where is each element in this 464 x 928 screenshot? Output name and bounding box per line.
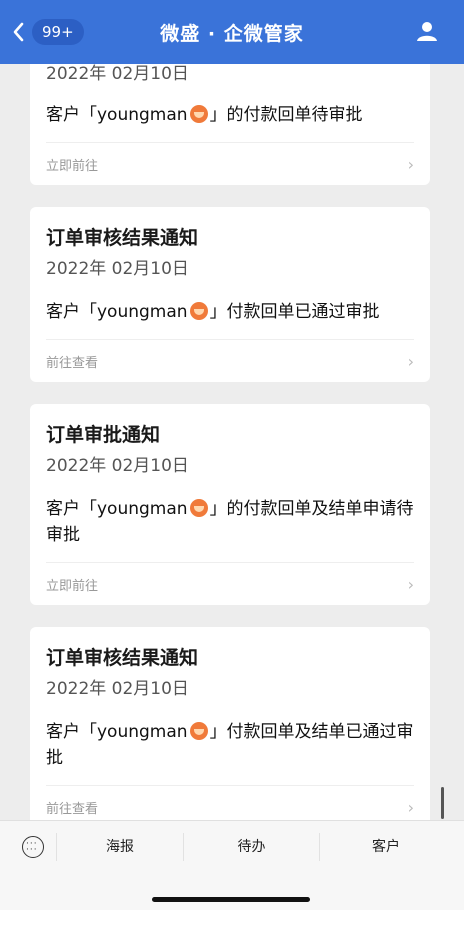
message-prefix: 客户「youngman: [46, 722, 188, 742]
face-emoji-icon: [189, 499, 208, 517]
notification-card: 订单审核结果通知 2022年 02月10日 客户「youngman 」付款回单及结…: [30, 627, 430, 828]
card-date: 2022年 02月10日: [46, 64, 189, 84]
user-icon: [417, 22, 437, 41]
card-message: 客户「youngman 」付款回单及结单已通过审批: [46, 719, 414, 785]
chevron-right-icon: ›: [407, 351, 414, 371]
message-prefix: 客户「youngman: [46, 499, 188, 519]
notification-card: 2022年 02月10日 客户「youngman 」的付款回单待审批 立即前往 ›: [30, 64, 430, 185]
message-suffix: 」付款回单已通过审批: [209, 302, 380, 322]
notification-card: 订单审核结果通知 2022年 02月10日 客户「youngman 」付款回单已通…: [30, 207, 430, 382]
unread-badge: 99+: [32, 19, 84, 45]
back-button[interactable]: 99+: [12, 19, 84, 45]
card-action-label: 立即前往: [46, 158, 99, 174]
notification-card: 订单审批通知 2022年 02月10日 客户「youngman 」的付款回单及结单…: [30, 404, 430, 605]
keyboard-icon[interactable]: ··· ···: [22, 836, 44, 858]
chevron-right-icon: ›: [407, 154, 414, 174]
card-action-link[interactable]: 前往查看 ›: [46, 339, 414, 382]
face-emoji-icon: [189, 722, 208, 740]
card-date: 2022年 02月10日: [46, 679, 189, 699]
scrollbar[interactable]: [441, 787, 444, 819]
card-action-link[interactable]: 立即前往 ›: [46, 142, 414, 185]
notification-feed[interactable]: 2022年 02月10日 客户「youngman 」的付款回单待审批 立即前往 ›…: [30, 64, 430, 850]
card-title: 订单审批通知: [46, 424, 161, 446]
menu-item-customer[interactable]: 客户: [320, 833, 452, 861]
chevron-right-icon: ›: [407, 797, 414, 817]
card-action-link[interactable]: 立即前往 ›: [46, 562, 414, 605]
face-emoji-icon: [189, 105, 208, 123]
menu-item-todo[interactable]: 待办: [184, 833, 319, 861]
chevron-left-icon: [13, 22, 24, 42]
card-date: 2022年 02月10日: [46, 259, 189, 279]
message-prefix: 客户「youngman: [46, 302, 188, 322]
menu-item-poster[interactable]: 海报: [57, 833, 183, 861]
page-title: 微盛 · 企微管家: [160, 22, 304, 45]
message-prefix: 客户「youngman: [46, 105, 188, 125]
card-message: 客户「youngman 」的付款回单待审批: [46, 102, 414, 142]
card-message: 客户「youngman 」的付款回单及结单申请待审批: [46, 496, 414, 562]
card-title: 订单审核结果通知: [46, 647, 199, 669]
card-action-label: 前往查看: [46, 355, 99, 371]
home-indicator[interactable]: [152, 897, 310, 902]
card-date: 2022年 02月10日: [46, 456, 189, 476]
app-header: 99+ 微盛 · 企微管家: [0, 0, 464, 64]
chevron-right-icon: ›: [407, 574, 414, 594]
safe-area: [0, 910, 464, 928]
profile-button[interactable]: [416, 20, 438, 46]
card-action-label: 前往查看: [46, 801, 99, 817]
card-message: 客户「youngman 」付款回单已通过审批: [46, 299, 414, 339]
keyboard-dots: ··· ···: [26, 839, 38, 855]
card-action-label: 立即前往: [46, 578, 99, 594]
message-suffix: 」的付款回单待审批: [209, 105, 363, 125]
face-emoji-icon: [189, 302, 208, 320]
card-title: 订单审核结果通知: [46, 227, 199, 249]
